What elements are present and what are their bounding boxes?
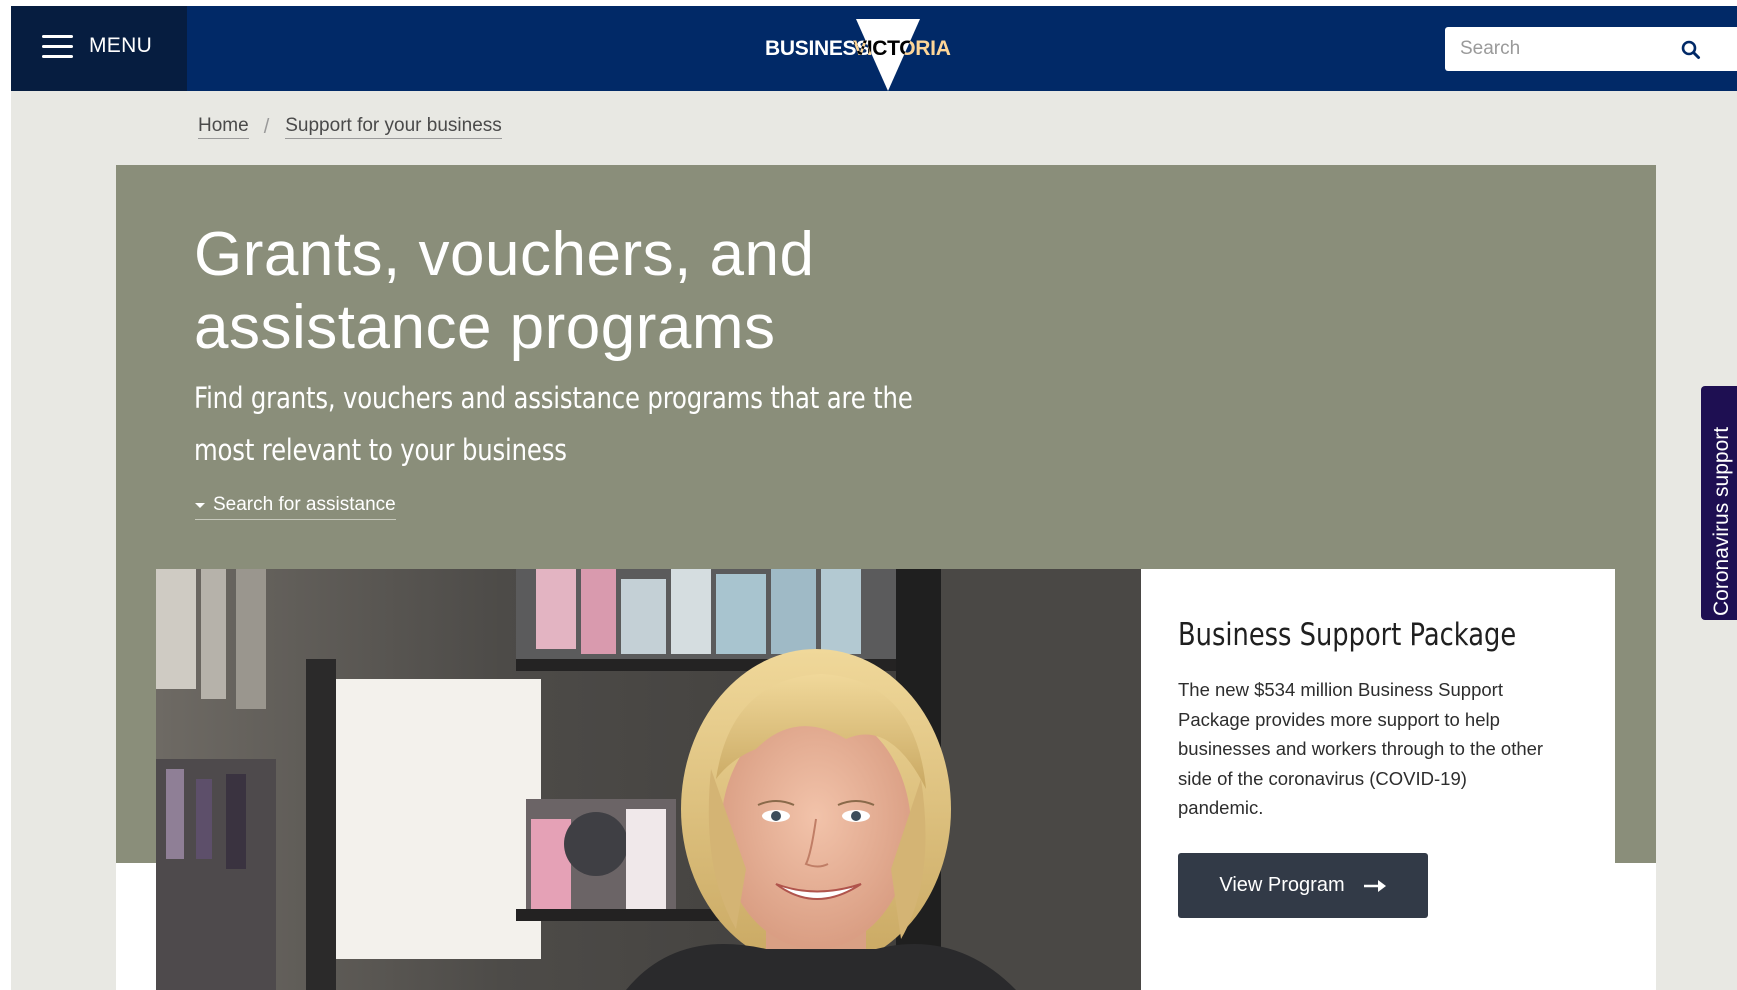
coronavirus-support-tab[interactable]: Coronavirus support — [1701, 386, 1737, 620]
view-program-label: View Program — [1219, 874, 1345, 896]
woman-portrait-image — [156, 569, 1141, 990]
search-input[interactable] — [1445, 27, 1690, 71]
view-program-button[interactable]: View Program — [1178, 853, 1428, 918]
feature-image — [156, 569, 1141, 990]
logo-text-right: VICTORIA — [853, 37, 951, 60]
menu-label: MENU — [89, 34, 153, 57]
feature-title: Business Support Package — [1178, 617, 1517, 653]
arrow-right-icon — [1363, 879, 1387, 893]
site-header: MENU BUSINESS VICTORIA — [11, 6, 1737, 91]
coronavirus-support-label: Coronavirus support — [1710, 426, 1733, 616]
hamburger-icon — [42, 35, 73, 59]
breadcrumb-separator: / — [263, 115, 270, 138]
search-for-assistance-link[interactable]: Search for assistance — [195, 494, 396, 520]
search-box — [1445, 27, 1737, 71]
business-victoria-logo[interactable]: BUSINESS VICTORIA — [753, 12, 1003, 91]
caret-down-icon — [195, 503, 205, 508]
menu-button[interactable]: MENU — [11, 6, 187, 91]
page-title: Grants, vouchers, and assistance program… — [194, 220, 815, 362]
feature-description: The new $534 million Business Support Pa… — [1178, 679, 1544, 818]
feature-card: Business Support Package The new $534 mi… — [1141, 569, 1615, 990]
search-for-assistance-label: Search for assistance — [213, 494, 396, 515]
breadcrumb-home[interactable]: Home — [198, 115, 249, 139]
breadcrumb-support[interactable]: Support for your business — [285, 115, 502, 139]
page: MENU BUSINESS VICTORIA Home / Support fo… — [0, 0, 1737, 990]
search-icon[interactable] — [1680, 39, 1702, 61]
breadcrumb: Home / Support for your business — [198, 115, 502, 139]
page-subtitle: Find grants, vouchers and assistance pro… — [194, 381, 913, 467]
